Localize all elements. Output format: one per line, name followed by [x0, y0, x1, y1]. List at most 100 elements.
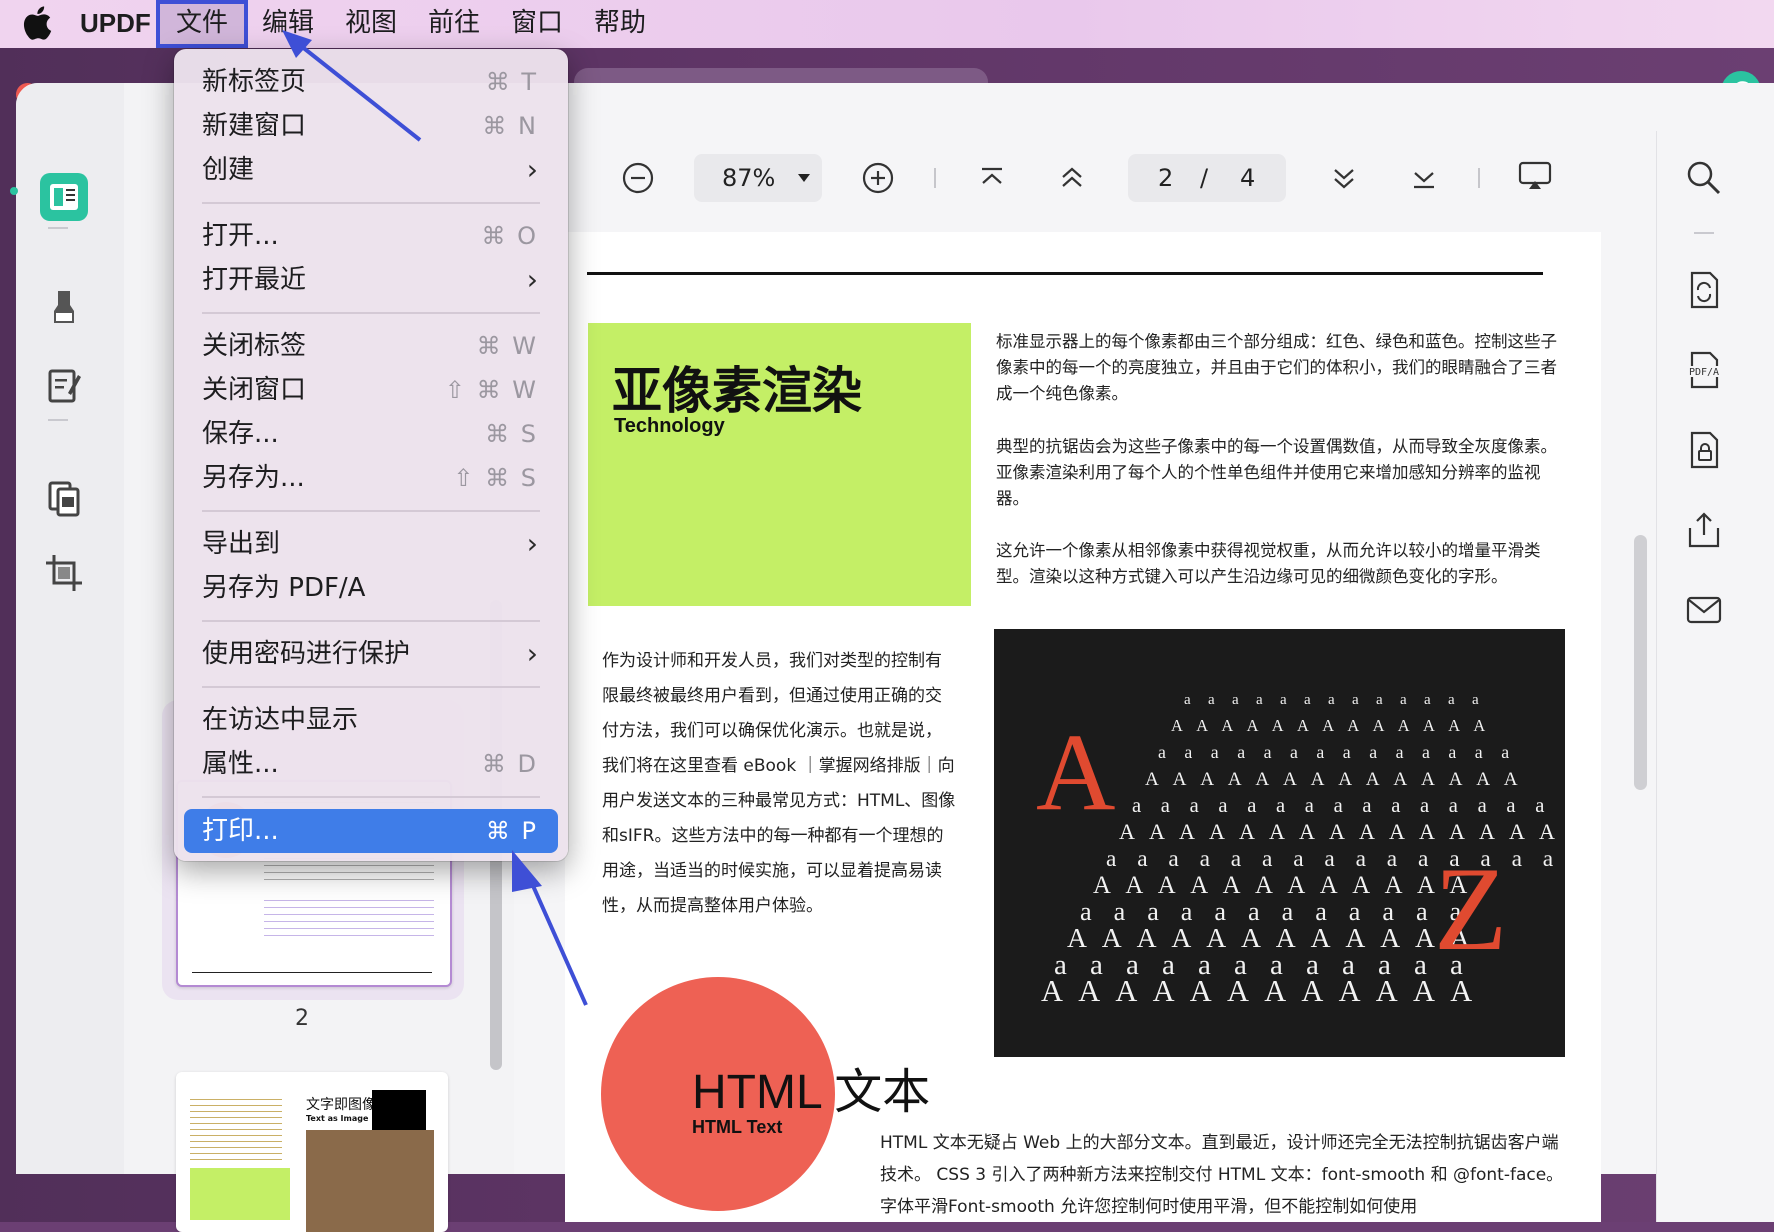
photo-letter: a: [1369, 742, 1377, 762]
highlighter-icon[interactable]: [40, 283, 88, 331]
menu-app-name[interactable]: UPDF: [80, 0, 151, 48]
page-top-rule: [587, 272, 1543, 275]
apple-logo-icon[interactable]: [22, 6, 52, 40]
menu-item-save-as[interactable]: 另存为... ⇧ ⌘ S: [202, 458, 546, 498]
mail-icon[interactable]: [1684, 590, 1724, 630]
photo-letter: a: [1158, 742, 1166, 762]
document-scrollbar[interactable]: [1634, 535, 1647, 790]
photo-letter: A: [1329, 819, 1345, 844]
organize-pages-icon[interactable]: [40, 473, 88, 521]
paragraph-3: 这允许一个像素从相邻像素中获得视觉权重，从而允许以较小的增量平滑类型。渲染以这种…: [996, 541, 1541, 586]
menu-item-print[interactable]: 打印... ⌘ P: [202, 811, 546, 851]
menu-go[interactable]: 前往: [428, 0, 480, 48]
photo-letter: A: [1102, 922, 1122, 953]
photo-letter: A: [1311, 769, 1325, 790]
crop-icon[interactable]: [40, 549, 88, 597]
shortcut-label: ⌘ D: [481, 750, 538, 778]
previous-page-icon[interactable]: [1058, 164, 1086, 192]
menu-item-label: 另存为 PDF/A: [202, 573, 366, 603]
photo-letter: a: [1334, 795, 1343, 817]
menu-item-show-in-finder[interactable]: 在访达中显示: [202, 700, 546, 740]
photo-letter: A: [1149, 819, 1165, 844]
photo-letter: a: [1362, 795, 1371, 817]
menu-item-label: 保存...: [202, 419, 279, 449]
photo-letter: A: [1158, 872, 1176, 899]
menu-item-close-tab[interactable]: 关闭标签 ⌘ W: [202, 326, 546, 366]
photo-letter: a: [1162, 949, 1175, 981]
toolbar-divider: [934, 168, 936, 188]
zoom-in-icon[interactable]: [862, 162, 894, 194]
shortcut-label: ⌘ S: [485, 420, 538, 448]
photo-letter: A: [1221, 716, 1233, 735]
next-page-icon[interactable]: [1330, 164, 1358, 192]
photo-letter: a: [1342, 949, 1355, 981]
menu-view[interactable]: 视图: [345, 0, 397, 48]
menu-item-open[interactable]: 打开... ⌘ O: [202, 216, 546, 256]
menu-file[interactable]: 文件: [156, 0, 248, 48]
photo-letter: a: [1218, 795, 1227, 817]
thumb-black-block: [372, 1090, 426, 1130]
svg-text:PDF/A: PDF/A: [1689, 367, 1719, 378]
page-current[interactable]: 2: [1158, 154, 1173, 202]
menu-item-properties[interactable]: 属性... ⌘ D: [202, 744, 546, 784]
menu-window[interactable]: 窗口: [511, 0, 563, 48]
edit-text-icon[interactable]: [40, 361, 88, 409]
thumb-rule: [192, 972, 432, 973]
rail-divider: [1694, 232, 1714, 234]
menu-item-export-to[interactable]: 导出到 ›: [202, 524, 546, 564]
chevron-right-icon: ›: [526, 527, 538, 560]
pdfa-icon[interactable]: PDF/A: [1684, 350, 1724, 390]
thumbnail-page-3[interactable]: 文字即图像 Text as Image: [176, 1072, 448, 1232]
photo-letter: A: [1504, 769, 1518, 790]
menu-item-label: 属性...: [202, 749, 279, 779]
photo-big-z: Z: [1434, 842, 1507, 975]
rail-divider: [48, 419, 68, 421]
photo-letter: a: [1200, 846, 1211, 872]
menu-help[interactable]: 帮助: [594, 0, 646, 48]
share-icon[interactable]: [1684, 510, 1724, 550]
menu-item-protect[interactable]: 使用密码进行保护 ›: [202, 634, 546, 674]
slideshow-icon[interactable]: [1518, 160, 1552, 192]
photo-letter: a: [1400, 692, 1407, 708]
protect-icon[interactable]: [1684, 430, 1724, 470]
photo-letter: A: [1137, 922, 1157, 953]
thumbnail-page-number: 2: [295, 1006, 309, 1031]
photo-letter: a: [1161, 795, 1170, 817]
menu-item-save[interactable]: 保存... ⌘ S: [202, 414, 546, 454]
menu-item-label: 新建窗口: [202, 111, 307, 141]
menu-item-label: 关闭窗口: [202, 375, 307, 405]
menu-item-new-tab[interactable]: 新标签页 ⌘ T: [202, 62, 546, 102]
reader-icon[interactable]: [40, 173, 88, 221]
first-page-icon[interactable]: [978, 164, 1006, 192]
photo-letter: a: [1305, 795, 1314, 817]
search-icon[interactable]: [1684, 158, 1724, 198]
photo-letter: a: [1382, 897, 1394, 926]
menu-item-create[interactable]: 创建 ›: [202, 150, 546, 190]
photo-letter: a: [1270, 949, 1283, 981]
zoom-select[interactable]: 87%: [694, 154, 822, 202]
menu-item-save-as-pdfa[interactable]: 另存为 PDF/A: [202, 568, 546, 608]
page-total: 4: [1240, 164, 1256, 192]
menu-item-close-window[interactable]: 关闭窗口 ⇧ ⌘ W: [202, 370, 546, 410]
menu-edit[interactable]: 编辑: [262, 0, 314, 48]
photo-letter: a: [1256, 692, 1263, 708]
photo-letter: a: [1282, 897, 1294, 926]
thumb-text-lines: [190, 1094, 282, 1164]
photo-letter: a: [1424, 692, 1431, 708]
photo-letter: a: [1168, 846, 1179, 872]
page-number-field[interactable]: 2 / 4: [1128, 154, 1286, 202]
menu-item-new-window[interactable]: 新建窗口 ⌘ N: [202, 106, 546, 146]
menu-item-open-recent[interactable]: 打开最近 ›: [202, 260, 546, 300]
convert-icon[interactable]: [1684, 270, 1724, 310]
photo-letter: A: [1287, 872, 1305, 899]
photo-letter: A: [1272, 716, 1284, 735]
last-page-icon[interactable]: [1410, 164, 1438, 192]
photo-letter: a: [1543, 846, 1554, 872]
zoom-out-icon[interactable]: [622, 162, 654, 194]
menu-item-label: 使用密码进行保护: [202, 639, 411, 669]
menu-item-label: 另存为...: [202, 463, 305, 493]
photo-letter: A: [1223, 872, 1241, 899]
menu-separator: [202, 686, 540, 688]
paragraph-2: 典型的抗锯齿会为这些子像素中的每一个设置偶数值，从而导致全灰度像素。亚像素渲染利…: [996, 437, 1557, 508]
photo-letter: A: [1380, 922, 1400, 953]
